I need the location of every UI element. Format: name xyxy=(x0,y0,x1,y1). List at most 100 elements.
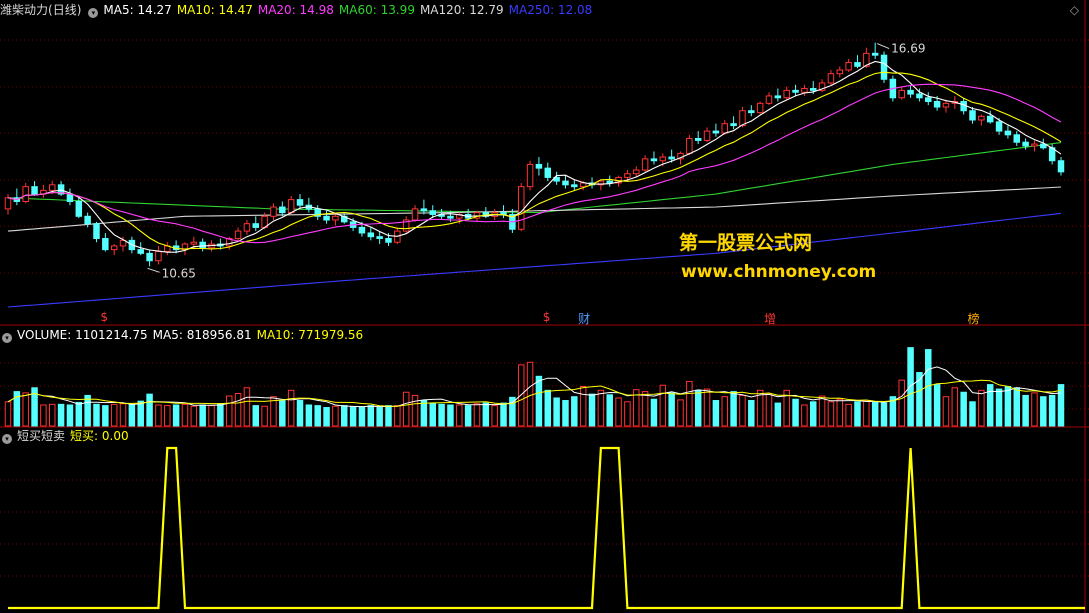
candle-body xyxy=(748,110,755,114)
candle-layer[interactable] xyxy=(4,42,1065,267)
low-price-label: 10.65 xyxy=(162,266,196,280)
candle-body xyxy=(880,54,888,80)
volume-bar xyxy=(93,403,100,427)
volume-bar xyxy=(1013,387,1020,427)
volume-bar xyxy=(562,400,569,427)
volume-bar xyxy=(978,389,985,427)
candle-body xyxy=(686,138,693,154)
volume-bar xyxy=(128,403,136,427)
ma-line-ma60 xyxy=(7,142,1062,214)
volume-bar xyxy=(225,395,233,427)
volume-bar xyxy=(22,392,29,427)
volume-bar xyxy=(243,387,251,427)
candle-body xyxy=(694,138,702,141)
volume-bar xyxy=(447,404,454,427)
candle-body xyxy=(22,186,29,202)
volume-bar xyxy=(358,406,366,427)
indicator-menu-icon[interactable]: ▾ xyxy=(2,434,12,444)
candle-body xyxy=(376,236,383,240)
volume-bar xyxy=(739,394,746,427)
event-marker[interactable]: $ xyxy=(543,310,551,324)
volume-bar xyxy=(597,389,605,427)
panel-menu-icon[interactable]: ▾ xyxy=(88,8,99,18)
volume-bar xyxy=(650,398,658,427)
candle-body xyxy=(93,223,100,240)
candle-body xyxy=(243,223,251,232)
volume-bar xyxy=(535,375,543,427)
volume-bar xyxy=(261,405,268,427)
event-marker[interactable]: $ xyxy=(100,310,108,324)
signal-line xyxy=(8,446,1085,610)
volume-bar xyxy=(712,400,720,427)
volume-bar xyxy=(1031,392,1038,427)
volume-bar xyxy=(420,400,428,427)
close-icon[interactable]: ◇ xyxy=(1070,3,1079,17)
volume-bar xyxy=(571,396,578,427)
candle-body xyxy=(933,100,941,108)
candle-body xyxy=(624,173,631,178)
event-marker[interactable]: 财 xyxy=(578,310,590,327)
candle-body xyxy=(526,163,534,188)
candle-body xyxy=(633,169,640,175)
volume-bar xyxy=(491,405,498,427)
volume-bar xyxy=(349,406,357,427)
volume-bar xyxy=(925,349,932,427)
candle-body xyxy=(49,184,56,191)
candle-body xyxy=(730,123,737,127)
candle-body xyxy=(110,245,118,251)
ma-legend-label-0: MA5: 14.27 xyxy=(103,3,172,17)
volume-bar xyxy=(332,405,339,427)
volume-bar xyxy=(234,393,242,427)
candle-body xyxy=(792,89,799,93)
volume-bar xyxy=(84,394,91,427)
volume-bar xyxy=(659,384,667,427)
volume-bar xyxy=(730,391,737,427)
candle-body xyxy=(137,249,144,254)
candle-body xyxy=(756,102,764,114)
volume-bar xyxy=(703,388,711,427)
volume-bar xyxy=(951,387,959,427)
indicator-panel-header: ▾ 短买短卖 短买: 0.00 xyxy=(0,428,139,444)
volume-bar xyxy=(438,403,445,427)
ma-legend-label-1: MA10: 14.47 xyxy=(176,3,253,17)
candle-body xyxy=(544,167,552,178)
candle-body xyxy=(75,200,83,217)
volume-bar xyxy=(641,391,649,427)
candle-body xyxy=(31,186,38,195)
candle-body xyxy=(517,186,525,230)
stock-name[interactable]: 潍柴动力 xyxy=(0,3,48,17)
volume-bar xyxy=(694,389,702,427)
volume-bar xyxy=(845,403,852,427)
period-label[interactable]: (日线) xyxy=(48,3,81,17)
candle-body xyxy=(827,73,835,84)
volume-bar xyxy=(323,407,330,427)
candle-body xyxy=(739,110,746,127)
high-price-label: 16.69 xyxy=(891,42,925,56)
volume-bar xyxy=(1048,394,1056,427)
candle-body xyxy=(579,182,587,188)
volume-bar xyxy=(854,401,861,427)
volume-bar xyxy=(526,361,534,427)
event-marker[interactable]: 榜 xyxy=(968,310,980,327)
volume-bar xyxy=(314,405,321,427)
volume-bar xyxy=(500,402,507,427)
indicator-name[interactable]: 短买短卖 xyxy=(17,429,65,443)
volume-menu-icon[interactable]: ▾ xyxy=(2,333,12,343)
volume-bar xyxy=(748,400,755,427)
volume-bar xyxy=(774,402,782,427)
volume-bar xyxy=(287,389,295,427)
volume-bar xyxy=(615,397,622,427)
chart-canvas[interactable]: 16.69 10.65 xyxy=(0,0,1089,613)
volume-bar xyxy=(482,402,490,427)
volume-bar xyxy=(385,405,392,427)
candle-body xyxy=(447,215,454,219)
event-marker[interactable]: 增 xyxy=(764,310,776,327)
volume-bar xyxy=(907,347,914,427)
volume-bar xyxy=(119,403,127,427)
volume-bar xyxy=(863,400,870,427)
volume-legend-label-1: MA5: 818956.81 xyxy=(152,328,252,342)
volume-bar xyxy=(296,400,304,427)
candle-body xyxy=(332,215,339,221)
volume-bar xyxy=(217,403,224,427)
volume-bar-layer[interactable] xyxy=(4,347,1065,427)
